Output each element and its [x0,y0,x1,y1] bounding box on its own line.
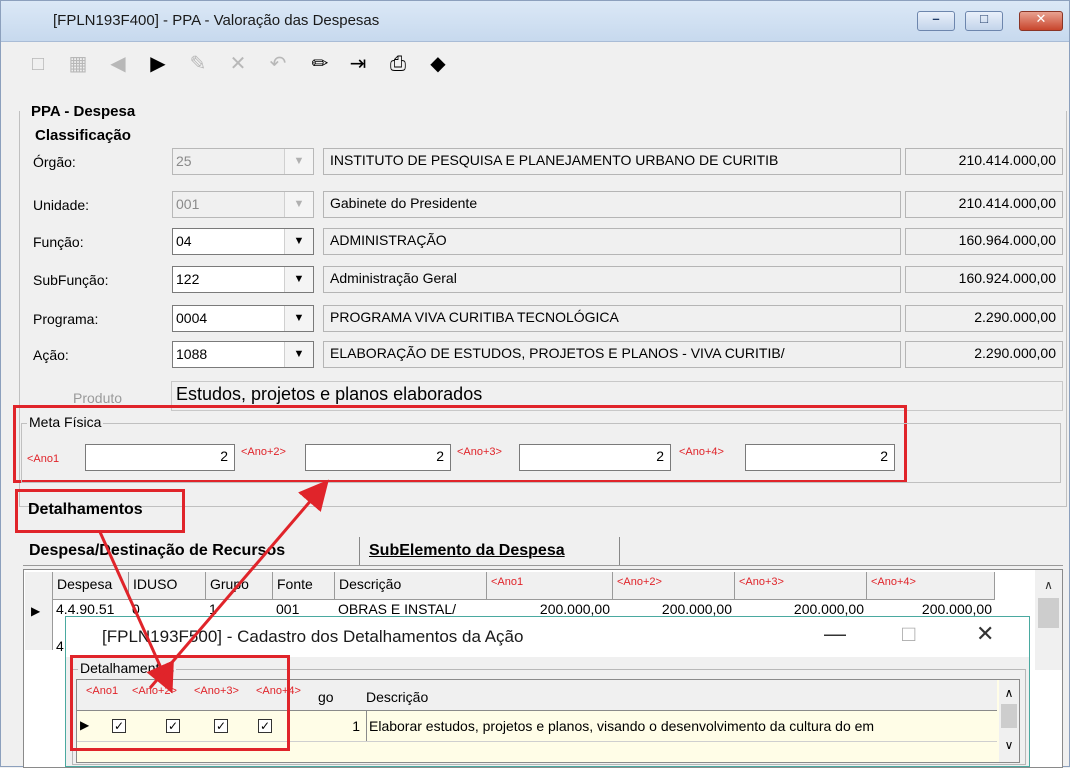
annotation-arrows [98,479,329,694]
arrow-to-popup [98,531,174,694]
arrow-to-meta [148,479,329,689]
